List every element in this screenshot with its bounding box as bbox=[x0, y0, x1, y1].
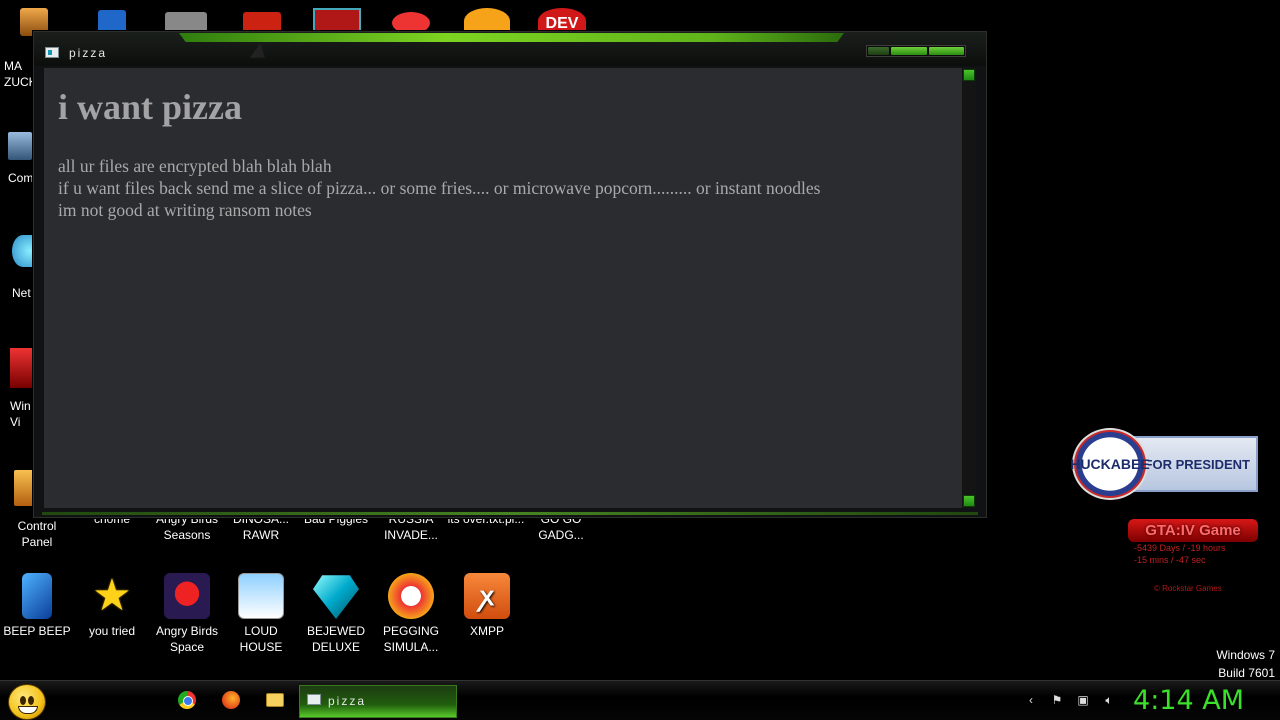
windows-version-watermark: Windows 7 Build 7601 bbox=[1216, 646, 1275, 682]
network-icon bbox=[12, 235, 34, 267]
huckabee-name: HUCKABEE bbox=[1070, 456, 1150, 472]
gta-countdown-days: -5439 Days / -19 hours bbox=[1134, 543, 1226, 553]
desktop-icon-label: PEGGING SIMULA... bbox=[382, 624, 439, 654]
taskbar-item-pizza[interactable]: pizza bbox=[299, 685, 457, 718]
gta-countdown-mins: -15 mins / -47 sec bbox=[1134, 555, 1206, 565]
smiley-eye bbox=[28, 696, 34, 705]
desktop-icon-label: Angry Birds Space bbox=[155, 624, 219, 654]
volume-icon[interactable]: 🔈︎ bbox=[1102, 693, 1116, 707]
network-icon[interactable]: ▣ bbox=[1076, 693, 1090, 707]
huckabee-slogan: FOR PRESIDENT bbox=[1144, 456, 1250, 472]
virus-icon bbox=[10, 348, 32, 388]
star-icon: ★ bbox=[92, 571, 132, 620]
desktop-icon-label: Net bbox=[12, 286, 31, 300]
desktop-icon-label: Control Panel bbox=[17, 519, 57, 549]
desktop-icon-label: Win Vi bbox=[10, 399, 31, 429]
huckabee-badge: HUCKABEE bbox=[1070, 428, 1150, 500]
desktop-icon-label: you tried bbox=[88, 624, 136, 638]
computer-icon bbox=[8, 132, 32, 160]
loud-house-icon bbox=[238, 573, 284, 619]
smiley-mouth bbox=[18, 706, 38, 714]
titlebar-accent bbox=[179, 33, 844, 42]
desktop-icon-angry-birds-space[interactable]: Angry Birds Space bbox=[150, 573, 224, 655]
desktop-icon-label: BEJEWED DELUXE bbox=[306, 624, 365, 654]
note-line: im not good at writing ransom notes bbox=[58, 200, 312, 221]
peggle-icon bbox=[388, 573, 434, 619]
maximize-button[interactable] bbox=[891, 47, 927, 55]
close-button[interactable] bbox=[928, 47, 965, 55]
firefox-icon[interactable] bbox=[222, 691, 240, 709]
taskbar-item-label: pizza bbox=[328, 694, 367, 708]
note-heading: i want pizza bbox=[58, 87, 242, 127]
desktop-icon-bejeweled[interactable]: BEJEWED DELUXE bbox=[301, 573, 371, 655]
app-window-icon bbox=[45, 47, 59, 58]
control-panel-icon bbox=[14, 470, 34, 506]
folder-icon[interactable] bbox=[266, 693, 284, 707]
system-tray: ‹ ⚑ ▣ 🔈︎ bbox=[1024, 693, 1116, 707]
note-line: all ur files are encrypted blah blah bla… bbox=[58, 156, 332, 177]
note-content: i want pizza all ur files are encrypted … bbox=[44, 68, 964, 508]
desktop-icon-you-tried[interactable]: ★ you tried bbox=[77, 573, 147, 639]
desktop-icon-xmpp[interactable]: ꭗ XMPP bbox=[452, 573, 522, 639]
gta-title: GTA:IV Game bbox=[1128, 519, 1258, 542]
window-bottom-accent bbox=[42, 512, 978, 515]
desktop-icon-label: LOUD HOUSE bbox=[239, 624, 283, 654]
window-controls[interactable] bbox=[866, 45, 966, 57]
gta-countdown-gadget[interactable]: GTA:IV Game -5439 Days / -19 hours -15 m… bbox=[1128, 519, 1258, 593]
diamond-icon bbox=[313, 575, 359, 619]
desktop-icon-mark[interactable]: MA ZUCK bbox=[4, 58, 37, 90]
scroll-down-button[interactable] bbox=[963, 495, 975, 507]
tray-arrow-icon[interactable]: ‹ bbox=[1024, 693, 1038, 707]
xampp-icon: ꭗ bbox=[464, 573, 510, 619]
huckabee-gadget[interactable]: FOR PRESIDENT HUCKABEE bbox=[1070, 428, 1258, 500]
start-button[interactable] bbox=[8, 684, 46, 720]
desktop-icon-label: BEEP BEEP bbox=[3, 624, 71, 638]
window-titlebar[interactable]: pizza bbox=[34, 32, 986, 66]
action-center-flag-icon[interactable]: ⚑ bbox=[1050, 693, 1064, 707]
dev-label: DEV bbox=[545, 15, 579, 32]
desktop-icon-win-vi[interactable]: Win Vi bbox=[10, 348, 34, 430]
desktop-icon-pegging[interactable]: PEGGING SIMULA... bbox=[376, 573, 446, 655]
desktop-icon-computer[interactable]: Com bbox=[8, 132, 34, 186]
smiley-eye bbox=[20, 696, 26, 705]
desktop-icon-label: XMPP bbox=[469, 624, 504, 638]
taskbar-clock[interactable]: 4:14 AM bbox=[1133, 685, 1244, 716]
taskbar: pizza ‹ ⚑ ▣ 🔈︎ 4:14 AM bbox=[0, 680, 1280, 720]
angry-birds-space-icon bbox=[164, 573, 210, 619]
beep-icon bbox=[22, 573, 52, 619]
minimize-button[interactable] bbox=[868, 47, 890, 55]
app-window-icon bbox=[307, 694, 321, 705]
desktop-icon-network[interactable]: Net bbox=[12, 235, 34, 301]
os-version: Windows 7 bbox=[1216, 648, 1275, 662]
note-line: if u want files back send me a slice of … bbox=[58, 178, 821, 199]
scroll-up-button[interactable] bbox=[963, 69, 975, 81]
desktop-icon-label: Com bbox=[8, 171, 34, 185]
pizza-window[interactable]: pizza i want pizza all ur files are encr… bbox=[33, 31, 987, 518]
window-title: pizza bbox=[69, 46, 108, 60]
chrome-icon[interactable] bbox=[178, 691, 196, 709]
desktop-icon-beep-beep[interactable]: BEEP BEEP bbox=[2, 573, 72, 639]
vertical-scrollbar[interactable] bbox=[962, 68, 976, 508]
desktop-icon-loud-house[interactable]: LOUD HOUSE bbox=[226, 573, 296, 655]
gta-copyright: © Rockstar Games bbox=[1154, 584, 1222, 593]
